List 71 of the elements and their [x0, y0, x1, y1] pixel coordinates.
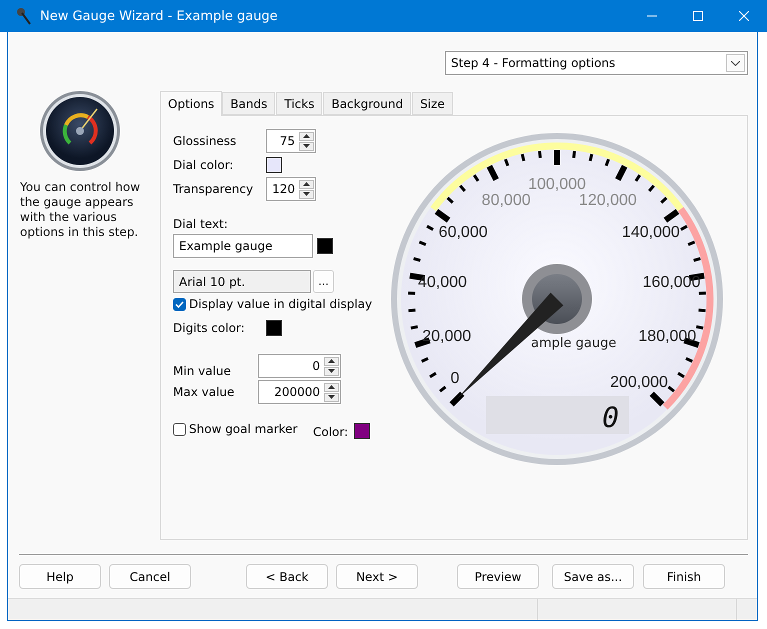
wizard-button[interactable]: Help — [19, 564, 101, 589]
scale-label: 200,000 — [610, 374, 668, 392]
field-label: Transparency — [173, 182, 254, 196]
down-arrow-button[interactable] — [299, 142, 314, 150]
field-label: Max value — [173, 385, 236, 399]
checkmark-icon — [175, 300, 184, 308]
maximize-icon — [693, 11, 703, 21]
spin-field[interactable]: 200000 — [258, 380, 341, 404]
checkbox-label: Show goal marker — [189, 422, 298, 436]
color-swatch[interactable] — [266, 157, 282, 173]
digital-reading: 0 — [602, 401, 619, 434]
step-description: You can control how the gauge appears with the various options in this step. — [20, 180, 142, 240]
color-swatch[interactable] — [354, 423, 370, 439]
down-arrow-button[interactable] — [324, 366, 339, 376]
spin-field[interactable]: 0 — [258, 354, 341, 378]
up-arrow-button[interactable] — [299, 132, 314, 140]
wizard-button[interactable]: Save as... — [552, 564, 634, 589]
checkbox[interactable] — [173, 422, 186, 436]
tab[interactable]: Ticks — [276, 92, 322, 115]
dial-caption: ample gauge — [531, 336, 616, 351]
up-triangle-icon — [328, 359, 335, 363]
field-label: Dial text: — [173, 217, 229, 231]
up-triangle-icon — [303, 134, 310, 138]
tab[interactable]: Background — [323, 92, 412, 115]
scale-label: 0 — [450, 370, 460, 388]
color-swatch[interactable] — [266, 320, 282, 336]
wizard-button[interactable]: Next > — [336, 564, 418, 589]
scale-label: 80,000 — [482, 192, 531, 210]
down-arrow-button[interactable] — [299, 190, 314, 198]
scale-label: 120,000 — [578, 192, 637, 210]
field-label: Min value — [173, 364, 232, 378]
checkbox[interactable] — [173, 298, 186, 310]
tab[interactable]: Options — [160, 91, 222, 116]
scale-label: 40,000 — [418, 274, 467, 291]
up-arrow-button[interactable] — [324, 382, 339, 392]
window-title: New Gauge Wizard - Example gauge — [40, 8, 279, 24]
down-triangle-icon — [328, 395, 335, 399]
scale-label: 20,000 — [422, 328, 472, 345]
field-label: Glossiness — [173, 134, 238, 148]
font-button[interactable]: ... — [313, 270, 334, 293]
scale-label: 140,000 — [622, 224, 680, 241]
step-dropdown[interactable]: Step 4 - Formatting options — [445, 51, 748, 75]
down-arrow-button[interactable] — [324, 392, 339, 402]
down-triangle-icon — [303, 192, 310, 196]
up-arrow-button[interactable] — [324, 356, 339, 366]
down-triangle-icon — [328, 369, 335, 373]
field-label: Color: — [313, 425, 350, 439]
close-icon — [739, 11, 749, 21]
wand-icon — [16, 7, 32, 25]
field-label: Digits color: — [173, 321, 246, 335]
spin-field[interactable]: 120 — [266, 177, 316, 201]
wizard-button[interactable]: Cancel — [109, 564, 191, 589]
scale-label: 180,000 — [638, 328, 696, 345]
wizard-button[interactable]: Finish — [643, 564, 725, 589]
wizard-button[interactable]: < Back — [246, 564, 328, 589]
down-triangle-icon — [303, 144, 310, 148]
scale-label: 100,000 — [528, 176, 586, 193]
tab[interactable]: Size — [412, 92, 453, 115]
field-label: Dial color: — [173, 158, 234, 172]
dial-text-field[interactable]: Example gauge — [173, 234, 313, 258]
up-triangle-icon — [303, 182, 310, 186]
color-swatch[interactable] — [317, 238, 333, 254]
up-triangle-icon — [328, 385, 335, 389]
spin-field[interactable]: 75 — [266, 129, 316, 153]
up-arrow-button[interactable] — [299, 180, 314, 188]
wizard-button[interactable]: Preview — [457, 564, 539, 589]
scale-label: 60,000 — [438, 224, 488, 241]
checkbox-label: Display value in digital display — [189, 297, 372, 311]
gauge-icon — [39, 90, 121, 172]
font-field: Arial 10 pt. — [173, 270, 311, 293]
tab[interactable]: Bands — [222, 92, 276, 115]
